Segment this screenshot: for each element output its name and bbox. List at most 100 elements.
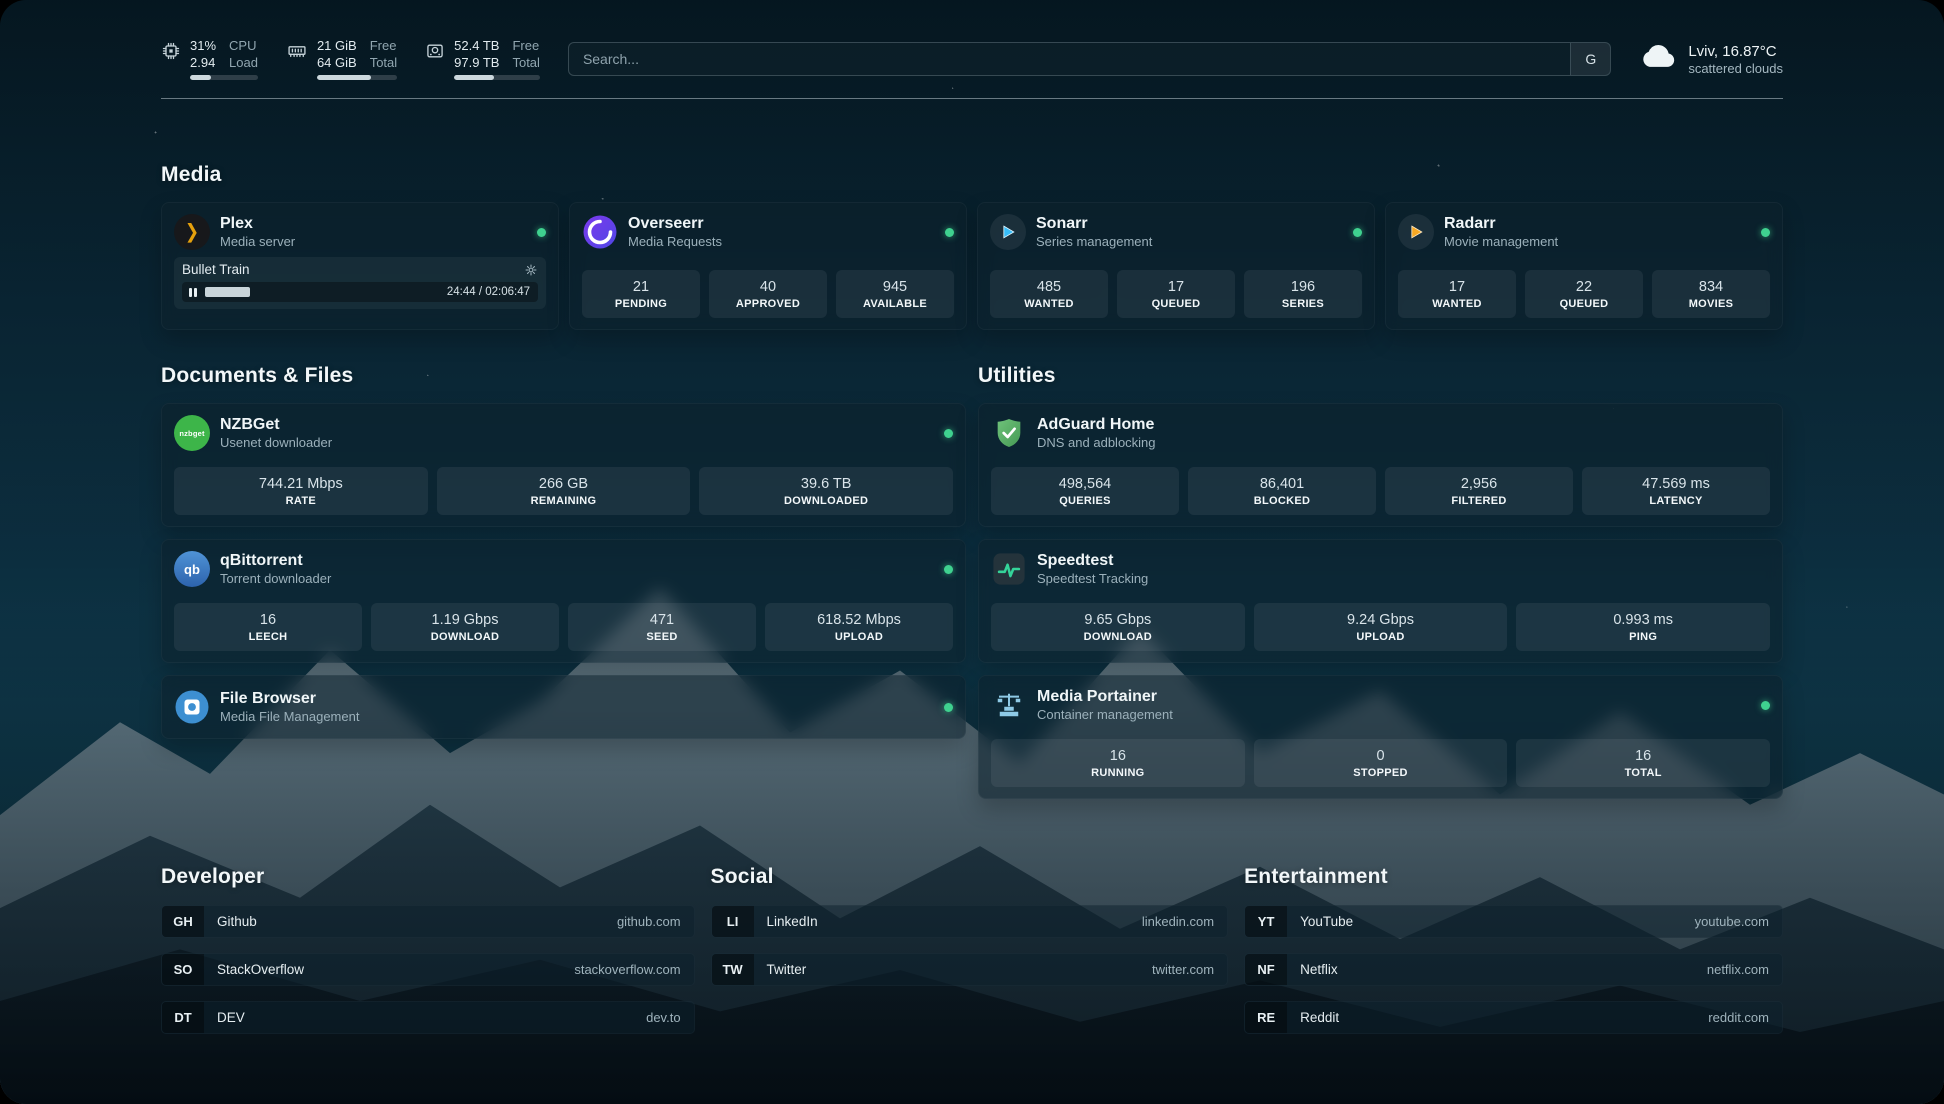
- bookmark-group-social: Social LI LinkedIn linkedin.com TW Twitt…: [711, 865, 1229, 1049]
- search-provider-button[interactable]: G: [1570, 43, 1610, 75]
- stat-value: 266 GB: [539, 476, 588, 492]
- disk-total-value: 97.9 TB: [454, 55, 499, 72]
- cpu-load-value: 2.94: [190, 55, 216, 72]
- service-card-portainer[interactable]: Media Portainer Container management 16 …: [978, 675, 1783, 799]
- stat-label: TOTAL: [1625, 767, 1662, 779]
- cpu-widget: 31% CPU 2.94 Load: [161, 38, 258, 81]
- stat-label: UPLOAD: [835, 631, 883, 643]
- bookmark-row-reddit[interactable]: RE Reddit reddit.com: [1244, 1001, 1783, 1034]
- stat-value: 9.65 Gbps: [1084, 612, 1151, 628]
- status-dot: [1761, 701, 1770, 710]
- bookmark-row-linkedin[interactable]: LI LinkedIn linkedin.com: [711, 905, 1229, 938]
- service-title: Plex: [220, 215, 295, 233]
- stat-box: 40 APPROVED: [709, 270, 827, 318]
- bookmark-row-twitter[interactable]: TW Twitter twitter.com: [711, 953, 1229, 986]
- service-title: File Browser: [220, 690, 359, 708]
- bookmark-url: github.com: [617, 914, 681, 929]
- bookmark-row-youtube[interactable]: YT YouTube youtube.com: [1244, 905, 1783, 938]
- bookmark-abbr: DT: [162, 1002, 204, 1033]
- service-card-qbittorrent[interactable]: qb qBittorrent Torrent downloader 16 LEE…: [161, 539, 966, 663]
- bookmark-row-stackoverflow[interactable]: SO StackOverflow stackoverflow.com: [161, 953, 695, 986]
- service-subtitle: Container management: [1037, 707, 1173, 722]
- stat-box: 744.21 Mbps RATE: [174, 467, 428, 515]
- bookmark-label: StackOverflow: [217, 962, 304, 977]
- bookmark-url: stackoverflow.com: [574, 962, 680, 977]
- stat-label: DOWNLOAD: [1084, 631, 1152, 643]
- bookmark-group-entertainment: Entertainment YT YouTube youtube.com NF …: [1244, 865, 1783, 1049]
- bookmark-abbr: LI: [712, 906, 754, 937]
- stat-value: 86,401: [1260, 476, 1304, 492]
- stat-value: 498,564: [1059, 476, 1111, 492]
- bookmark-label: YouTube: [1300, 914, 1353, 929]
- pause-icon[interactable]: [189, 288, 197, 297]
- stat-box: 86,401 BLOCKED: [1188, 467, 1376, 515]
- stat-value: 9.24 Gbps: [1347, 612, 1414, 628]
- stat-label: RATE: [286, 495, 316, 507]
- stat-value: 834: [1699, 279, 1723, 295]
- service-title: NZBGet: [220, 416, 332, 434]
- filebrowser-icon: [174, 689, 210, 725]
- service-title: Speedtest: [1037, 552, 1148, 570]
- bookmark-group-developer: Developer GH Github github.com SO StackO…: [161, 865, 695, 1049]
- gear-icon[interactable]: [524, 263, 538, 277]
- speedtest-icon: [991, 551, 1027, 587]
- cpu-icon: [161, 41, 181, 81]
- resource-widgets: 31% CPU 2.94 Load: [161, 38, 540, 81]
- cpu-usage-label: CPU: [229, 38, 258, 55]
- stat-box: 266 GB REMAINING: [437, 467, 691, 515]
- stat-label: APPROVED: [736, 298, 800, 310]
- bookmark-row-netflix[interactable]: NF Netflix netflix.com: [1244, 953, 1783, 986]
- bookmark-label: Reddit: [1300, 1010, 1339, 1025]
- disk-progress-bar: [454, 75, 540, 80]
- stat-label: BLOCKED: [1254, 495, 1311, 507]
- section-heading-documents: Documents & Files: [161, 364, 966, 388]
- now-playing-box: Bullet Train 24:44 / 02:06:4: [174, 257, 546, 309]
- stat-label: WANTED: [1432, 298, 1481, 310]
- stat-label: DOWNLOADED: [784, 495, 868, 507]
- bookmark-row-dev[interactable]: DT DEV dev.to: [161, 1001, 695, 1034]
- bookmark-row-github[interactable]: GH Github github.com: [161, 905, 695, 938]
- service-card-sonarr[interactable]: Sonarr Series management 485 WANTED 17 Q…: [977, 202, 1375, 330]
- cpu-usage-value: 31%: [190, 38, 216, 55]
- stat-label: DOWNLOAD: [431, 631, 499, 643]
- header-divider: [161, 98, 1783, 99]
- stat-value: 618.52 Mbps: [817, 612, 901, 628]
- stat-box: 834 MOVIES: [1652, 270, 1770, 318]
- memory-total-label: Total: [370, 55, 397, 72]
- search-input[interactable]: [568, 42, 1611, 76]
- service-card-plex[interactable]: ❯ Plex Media server Bullet Train: [161, 202, 559, 330]
- memory-icon: [286, 41, 308, 81]
- stat-label: SEED: [646, 631, 677, 643]
- stat-box: 498,564 QUERIES: [991, 467, 1179, 515]
- service-title: Sonarr: [1036, 215, 1152, 233]
- stat-value: 17: [1168, 279, 1184, 295]
- stat-label: AVAILABLE: [863, 298, 927, 310]
- stat-label: FILTERED: [1451, 495, 1506, 507]
- stat-value: 39.6 TB: [801, 476, 852, 492]
- stat-box: 1.19 Gbps DOWNLOAD: [371, 603, 559, 651]
- service-title: Overseerr: [628, 215, 722, 233]
- stat-value: 485: [1037, 279, 1061, 295]
- plex-progress-bar[interactable]: 24:44 / 02:06:47: [182, 282, 538, 302]
- stat-box: 47.569 ms LATENCY: [1582, 467, 1770, 515]
- bookmark-label: DEV: [217, 1010, 245, 1025]
- bookmark-url: youtube.com: [1695, 914, 1769, 929]
- stat-box: 945 AVAILABLE: [836, 270, 954, 318]
- top-bar: 31% CPU 2.94 Load: [161, 26, 1783, 92]
- section-heading-entertainment: Entertainment: [1244, 865, 1783, 889]
- bookmark-url: dev.to: [646, 1010, 680, 1025]
- bookmark-label: Netflix: [1300, 962, 1338, 977]
- service-card-overseerr[interactable]: Overseerr Media Requests 21 PENDING 40 A…: [569, 202, 967, 330]
- section-heading-utilities: Utilities: [978, 364, 1783, 388]
- service-card-nzbget[interactable]: nzbget NZBGet Usenet downloader 744.21 M…: [161, 403, 966, 527]
- stat-box: 2,956 FILTERED: [1385, 467, 1573, 515]
- radarr-icon: [1398, 214, 1434, 250]
- service-card-adguard[interactable]: AdGuard Home DNS and adblocking 498,564 …: [978, 403, 1783, 527]
- stat-box: 485 WANTED: [990, 270, 1108, 318]
- bookmark-abbr: YT: [1245, 906, 1287, 937]
- stat-value: 1.19 Gbps: [432, 612, 499, 628]
- service-card-filebrowser[interactable]: File Browser Media File Management: [161, 675, 966, 739]
- weather-widget: Lviv, 16.87°C scattered clouds: [1639, 43, 1783, 76]
- service-card-speedtest[interactable]: Speedtest Speedtest Tracking 9.65 Gbps D…: [978, 539, 1783, 663]
- service-card-radarr[interactable]: Radarr Movie management 17 WANTED 22 QUE…: [1385, 202, 1783, 330]
